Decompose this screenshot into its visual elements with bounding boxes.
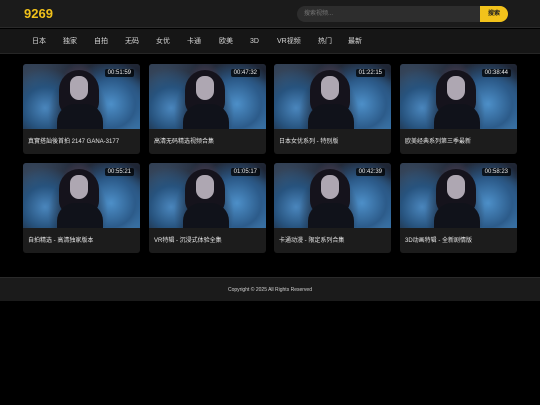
video-card[interactable]: 00:55:21 自拍精选 - 高清独家版本: [23, 163, 140, 253]
nav-item-vr[interactable]: VR视频: [277, 29, 301, 54]
nav-item-western[interactable]: 欧美: [219, 29, 233, 54]
video-duration: 00:58:23: [481, 168, 511, 176]
nav-item-latest[interactable]: 最新: [348, 29, 362, 54]
video-card[interactable]: 00:51:59 真實搭訕後首拍 2147 GANA-3177: [23, 64, 140, 154]
nav-item-hot[interactable]: 热门: [318, 29, 332, 54]
site-header: 9269 搜索: [0, 0, 540, 28]
video-card[interactable]: 00:47:32 高清无码精选视频合集: [149, 64, 266, 154]
video-title[interactable]: 欧美经典系列第三季最新: [405, 136, 513, 145]
video-card[interactable]: 01:05:17 VR特辑 - 沉浸式体验全集: [149, 163, 266, 253]
nav-item-cartoon[interactable]: 卡通: [187, 29, 201, 54]
nav-item-actress[interactable]: 女优: [156, 29, 170, 54]
video-duration: 00:51:59: [104, 69, 134, 77]
video-card[interactable]: 00:42:39 卡通动漫 - 限定系列合集: [274, 163, 391, 253]
nav-item-japan[interactable]: 日本: [32, 29, 46, 54]
video-duration: 00:38:44: [481, 69, 511, 77]
video-title[interactable]: 自拍精选 - 高清独家版本: [28, 235, 136, 244]
video-title[interactable]: 日本女优系列 - 特别版: [279, 136, 387, 145]
nav-item-selfie[interactable]: 自拍: [94, 29, 108, 54]
nav-item-exclusive[interactable]: 独家: [63, 29, 77, 54]
nav-item-3d[interactable]: 3D: [250, 29, 259, 54]
search-button[interactable]: 搜索: [480, 6, 508, 22]
video-duration: 00:47:32: [230, 69, 260, 77]
category-nav: 日本 独家 自拍 无码 女优 卡通 欧美 3D VR视频 热门 最新: [0, 29, 540, 54]
video-title[interactable]: 3D动画特辑 - 全新剧情版: [405, 235, 513, 244]
video-title[interactable]: 真實搭訕後首拍 2147 GANA-3177: [28, 136, 136, 145]
video-card[interactable]: 00:38:44 欧美经典系列第三季最新: [400, 64, 517, 154]
nav-item-uncensored[interactable]: 无码: [125, 29, 139, 54]
video-title[interactable]: 卡通动漫 - 限定系列合集: [279, 235, 387, 244]
search-input[interactable]: [297, 6, 482, 22]
video-title[interactable]: VR特辑 - 沉浸式体验全集: [154, 235, 262, 244]
video-card[interactable]: 00:58:23 3D动画特辑 - 全新剧情版: [400, 163, 517, 253]
video-duration: 01:22:15: [355, 69, 385, 77]
video-card[interactable]: 01:22:15 日本女优系列 - 特别版: [274, 64, 391, 154]
video-duration: 00:42:39: [355, 168, 385, 176]
site-logo[interactable]: 9269: [24, 6, 53, 21]
site-footer: Copyright © 2025 All Rights Reserved: [0, 277, 540, 301]
video-title[interactable]: 高清无码精选视频合集: [154, 136, 262, 145]
video-duration: 00:55:21: [104, 168, 134, 176]
search-bar: 搜索: [297, 6, 508, 22]
copyright-text: Copyright © 2025 All Rights Reserved: [227, 287, 312, 293]
video-duration: 01:05:17: [230, 168, 260, 176]
